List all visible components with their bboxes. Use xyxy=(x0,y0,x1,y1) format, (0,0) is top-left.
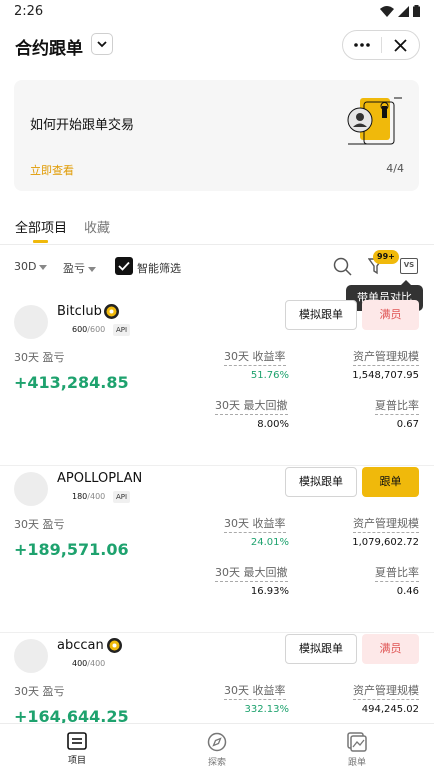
chevron-down-icon xyxy=(97,40,107,47)
smart-filter-label[interactable]: 智能筛选 xyxy=(137,260,181,276)
pnl-value: +189,571.06 xyxy=(14,540,129,559)
tab-bar: 全部项目 收藏 xyxy=(0,212,434,245)
filter-bar: 30D 盈亏 智能筛选 99+ VS xyxy=(0,250,434,279)
member-count-current: 400 xyxy=(72,659,88,668)
mdd-value: 16.93% xyxy=(250,586,289,597)
caret-down-icon xyxy=(39,264,48,270)
nav-explore[interactable]: 探索 xyxy=(187,732,247,768)
status-time: 2:26 xyxy=(14,4,44,19)
active-tab-indicator xyxy=(33,240,48,243)
member-count-current: 180 xyxy=(72,492,88,501)
compare-vs-icon[interactable]: VS xyxy=(400,258,418,274)
aum-label[interactable]: 资产管理规模 xyxy=(353,515,419,533)
signal-icon xyxy=(398,5,409,17)
nav-projects-label: 项目 xyxy=(67,756,86,766)
chart-icon xyxy=(347,732,367,752)
full-status-button[interactable]: 满员 xyxy=(362,634,419,664)
sharpe-label[interactable]: 夏普比率 xyxy=(375,564,419,582)
pnl-label: 30天 盈亏 xyxy=(14,685,65,698)
mdd-label[interactable]: 30天 最大回撤 xyxy=(215,564,288,582)
title-dropdown-button[interactable] xyxy=(91,33,113,55)
mini-program-capsule xyxy=(342,30,420,60)
avatar xyxy=(14,472,48,506)
roi-label[interactable]: 30天 收益率 xyxy=(224,682,286,700)
close-button[interactable] xyxy=(381,31,419,59)
medal-icon xyxy=(107,638,122,653)
more-dots-icon xyxy=(353,43,370,47)
nav-copy-trade[interactable]: 跟单 xyxy=(327,732,387,768)
pnl-value: +413,284.85 xyxy=(14,373,129,392)
simulate-copy-button[interactable]: 模拟跟单 xyxy=(285,467,357,497)
sort-dropdown[interactable]: 盈亏 xyxy=(63,260,96,276)
pnl-label: 30天 盈亏 xyxy=(14,351,65,364)
period-dropdown[interactable]: 30D xyxy=(14,260,48,273)
system-icons xyxy=(380,5,420,17)
banner-title: 如何开始跟单交易 xyxy=(30,118,135,133)
sharpe-value: 0.46 xyxy=(396,586,419,597)
member-count: 600/600 xyxy=(72,325,105,334)
roi-value: 24.01% xyxy=(250,537,289,548)
sharpe-value: 0.67 xyxy=(396,419,419,430)
bottom-nav: 项目 探索 跟单 xyxy=(0,723,434,773)
medal-icon xyxy=(104,304,119,319)
list-icon xyxy=(67,732,87,750)
period-value: 30D xyxy=(14,260,37,273)
battery-icon xyxy=(413,5,420,17)
avatar xyxy=(14,639,48,673)
simulate-copy-button[interactable]: 模拟跟单 xyxy=(285,300,357,330)
aum-label[interactable]: 资产管理规模 xyxy=(353,682,419,700)
mdd-label[interactable]: 30天 最大回撤 xyxy=(215,397,288,415)
member-count-current: 600 xyxy=(72,325,88,334)
guide-banner[interactable]: 如何开始跟单交易 立即查看 4/4 xyxy=(14,80,419,191)
trader-name: APOLLOPLAN xyxy=(57,471,143,486)
more-button[interactable] xyxy=(343,31,381,59)
full-status-button[interactable]: 满员 xyxy=(362,300,419,330)
aum-value: 1,548,707.95 xyxy=(352,370,419,381)
sharpe-label[interactable]: 夏普比率 xyxy=(375,397,419,415)
caret-down-icon xyxy=(88,266,96,272)
nav-explore-label: 探索 xyxy=(207,758,226,768)
aum-value: 494,245.02 xyxy=(361,704,419,715)
app-header: 合约跟单 xyxy=(0,28,434,62)
compass-icon xyxy=(207,732,227,752)
sort-value: 盈亏 xyxy=(63,262,85,275)
trader-card-illustration xyxy=(347,97,402,145)
tab-all-projects[interactable]: 全部项目 xyxy=(15,217,67,236)
status-bar: 2:26 xyxy=(0,0,434,24)
roi-value: 51.76% xyxy=(250,370,289,381)
wifi-icon xyxy=(380,5,394,17)
checkmark-icon xyxy=(118,261,130,271)
trader-name: Bitclub xyxy=(57,304,102,319)
copy-trade-button[interactable]: 跟单 xyxy=(362,467,419,497)
simulate-copy-button[interactable]: 模拟跟单 xyxy=(285,634,357,664)
mdd-value: 8.00% xyxy=(257,419,289,430)
banner-pager: 4/4 xyxy=(386,162,404,175)
filter-count-badge: 99+ xyxy=(373,250,399,264)
api-tag: API xyxy=(113,324,131,336)
member-count: 400/400 xyxy=(72,659,105,668)
tab-favorites[interactable]: 收藏 xyxy=(84,217,110,236)
roi-label[interactable]: 30天 收益率 xyxy=(224,515,286,533)
search-icon[interactable] xyxy=(333,257,352,276)
api-tag: API xyxy=(113,491,131,503)
member-count-capacity: /600 xyxy=(87,325,106,334)
smart-filter-checkbox[interactable] xyxy=(115,257,133,275)
aum-value: 1,079,602.72 xyxy=(352,537,419,548)
member-count-capacity: /400 xyxy=(87,492,106,501)
nav-projects[interactable]: 项目 xyxy=(47,732,107,766)
pnl-label: 30天 盈亏 xyxy=(14,518,65,531)
page-title: 合约跟单 xyxy=(15,39,83,59)
roi-value: 332.13% xyxy=(244,704,290,715)
avatar xyxy=(14,305,48,339)
trader-card[interactable]: APOLLOPLAN 180/400 API 模拟跟单 跟单 30天 盈亏 +1… xyxy=(0,467,434,633)
member-count-capacity: /400 xyxy=(87,659,106,668)
trader-card[interactable]: Bitclub 600/600 API 模拟跟单 满员 30天 盈亏 +413,… xyxy=(0,300,434,466)
trader-name: abccan xyxy=(57,638,104,653)
roi-label[interactable]: 30天 收益率 xyxy=(224,348,286,366)
banner-link[interactable]: 立即查看 xyxy=(30,162,74,178)
close-icon xyxy=(394,38,407,52)
nav-copy-trade-label: 跟单 xyxy=(347,758,366,768)
aum-label[interactable]: 资产管理规模 xyxy=(353,348,419,366)
member-count: 180/400 xyxy=(72,492,105,501)
